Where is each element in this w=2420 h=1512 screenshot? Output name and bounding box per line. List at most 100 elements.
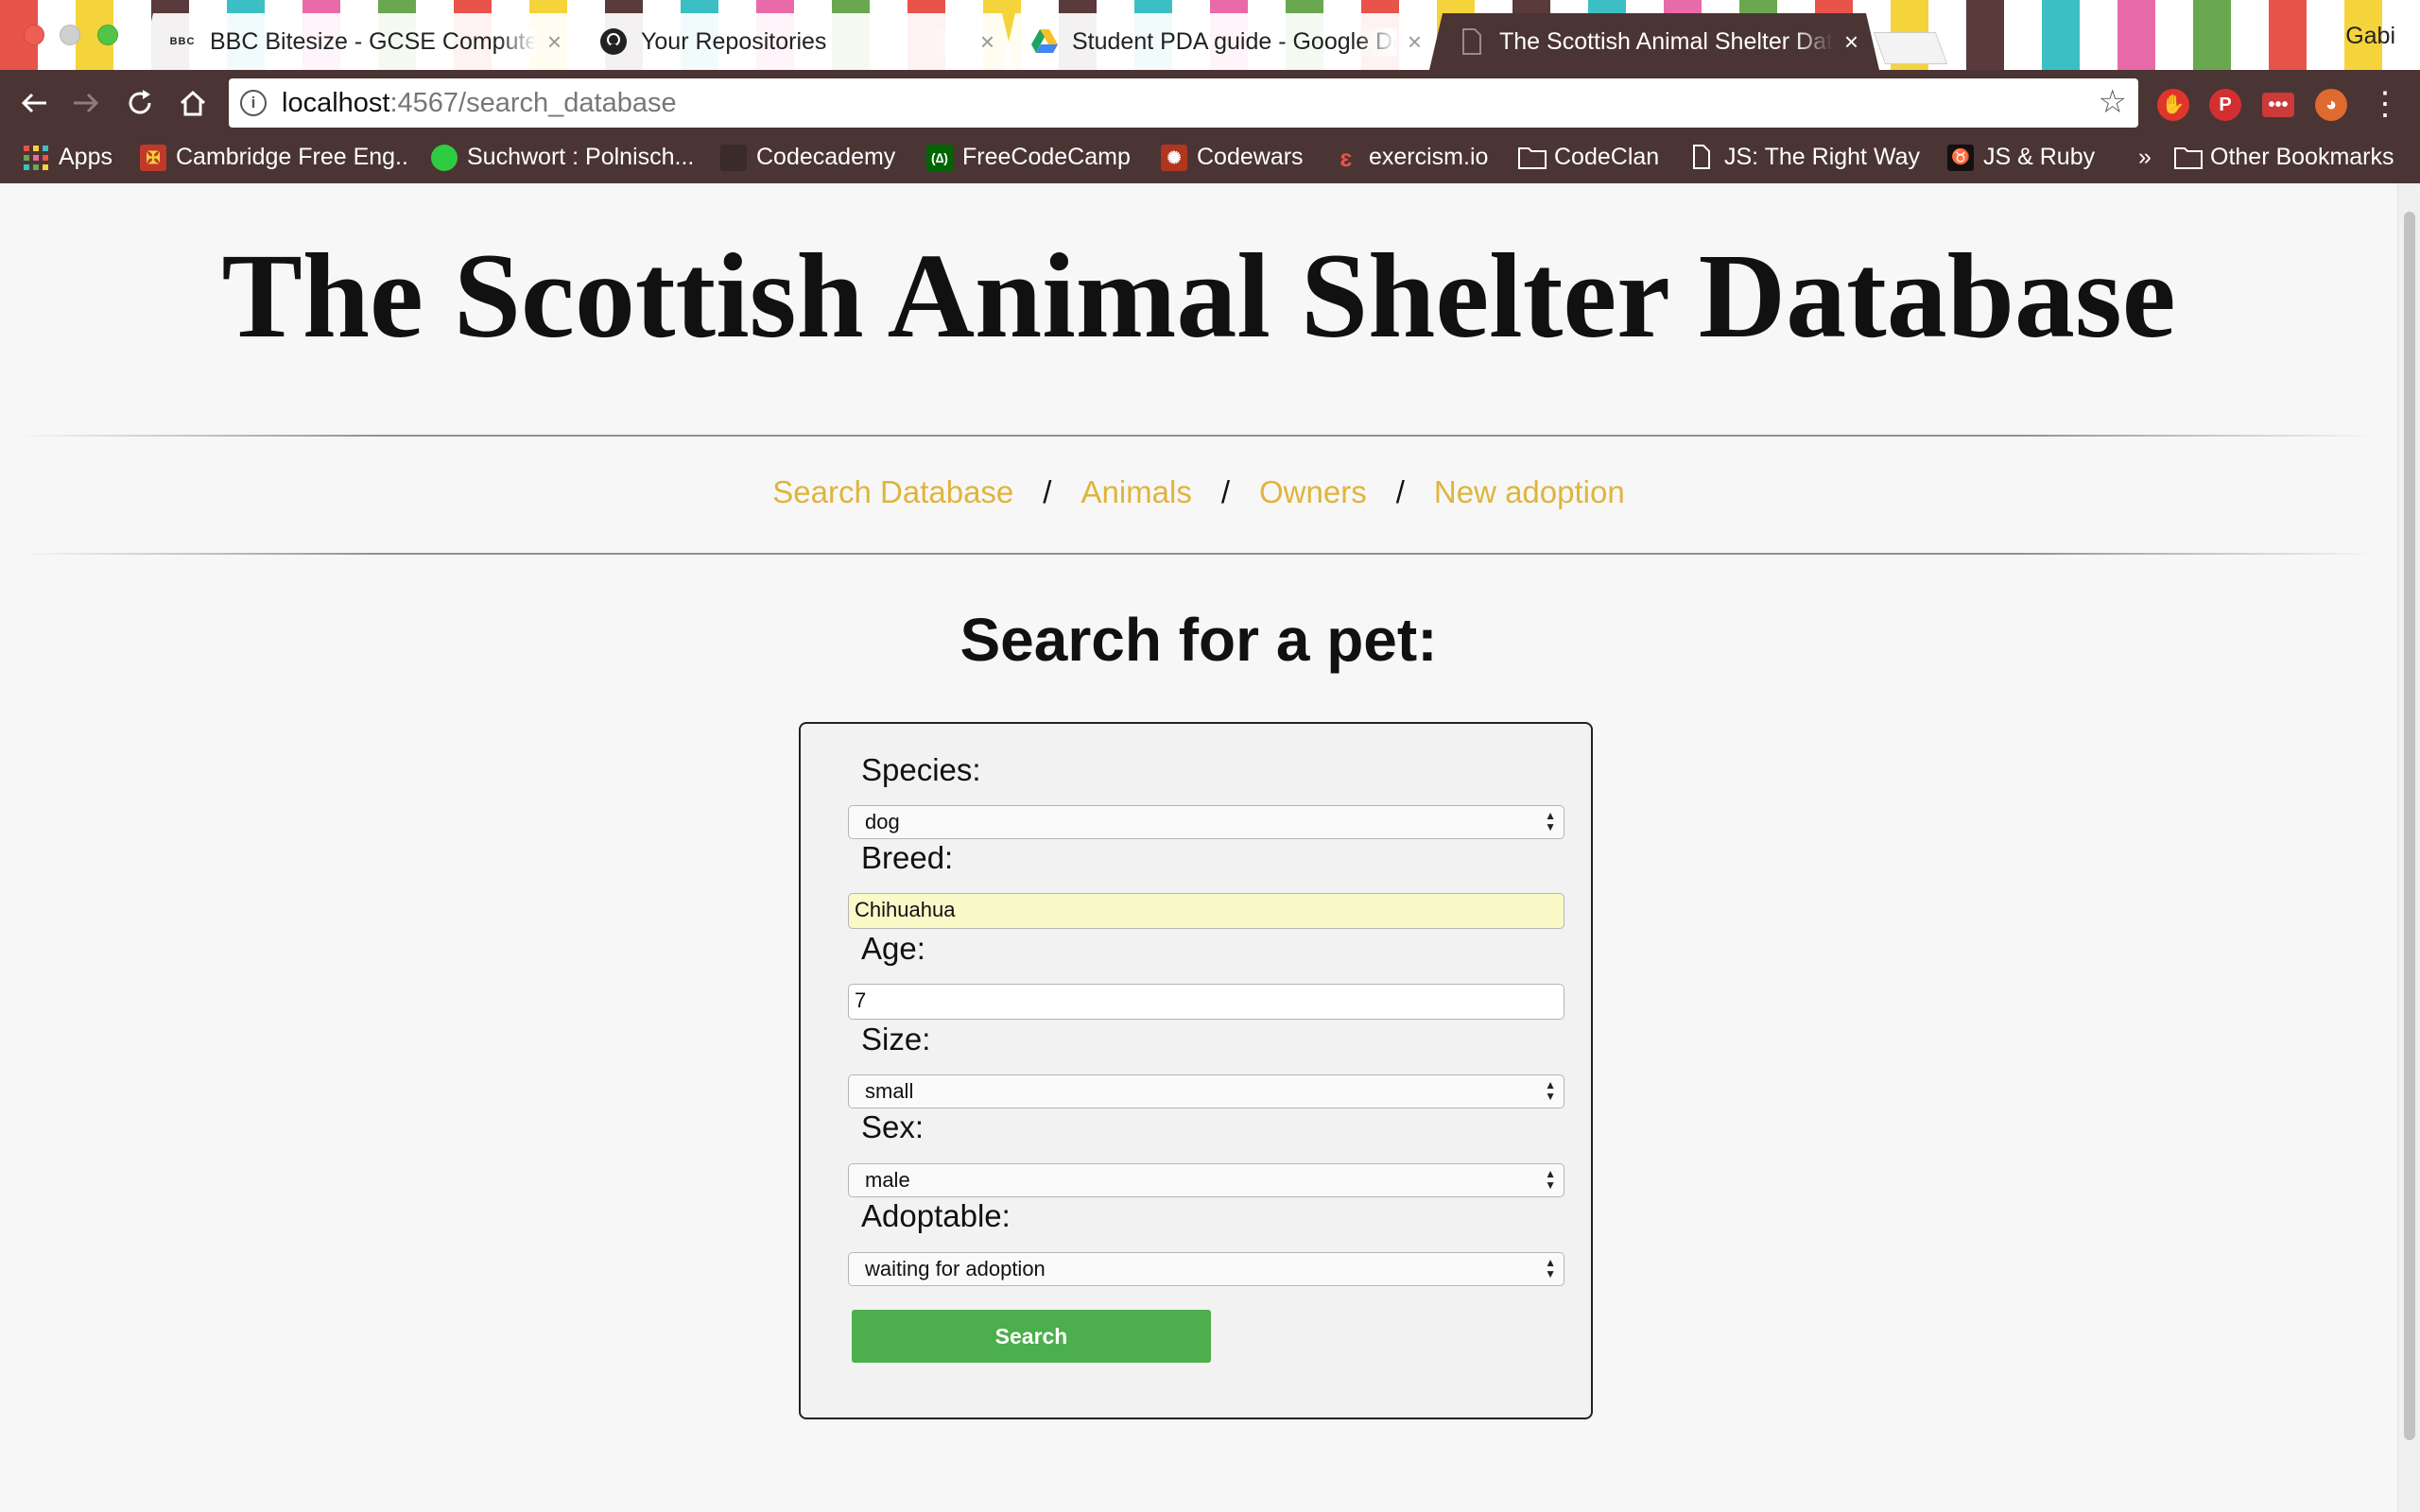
bookmark-label: FreeCodeCamp: [962, 144, 1131, 170]
home-icon[interactable]: [176, 87, 210, 121]
select-arrows-icon: ▲ ▼: [1545, 1256, 1556, 1280]
codewars-icon: ✺: [1161, 144, 1187, 171]
tab-title: Your Repositories: [641, 28, 969, 56]
select-arrows-icon: ▲ ▼: [1545, 1078, 1556, 1103]
bookmarks-overflow-button[interactable]: »: [2138, 144, 2152, 171]
folder-icon: [2174, 145, 2203, 171]
bookmark-star-icon[interactable]: ☆: [2099, 86, 2127, 118]
close-icon[interactable]: ×: [1408, 27, 1422, 57]
bookmark-exercism[interactable]: ɛ exercism.io: [1333, 143, 1489, 172]
new-tab-button[interactable]: [1873, 32, 1948, 64]
sex-label: Sex:: [861, 1109, 925, 1144]
adoptable-value: waiting for adoption: [865, 1257, 1046, 1280]
reload-icon[interactable]: [123, 87, 157, 121]
search-heading: Search for a pet:: [959, 606, 1438, 674]
breed-input[interactable]: Chihuahua: [848, 893, 1564, 929]
breed-value: Chihuahua: [855, 898, 956, 921]
close-icon[interactable]: ×: [1844, 27, 1858, 57]
site-title: The Scottish Animal Shelter Database: [221, 229, 2176, 363]
select-arrows-icon: ▲ ▼: [1545, 1167, 1556, 1192]
bookmark-label: Codecademy: [756, 144, 896, 170]
browser-tab-active[interactable]: The Scottish Animal Shelter Database ×: [1429, 13, 1879, 70]
tab-title: Student PDA guide - Google Docs: [1072, 27, 1396, 55]
url-path: :4567/search_database: [389, 87, 677, 118]
sex-select[interactable]: male ▲ ▼: [848, 1163, 1564, 1197]
age-label: Age:: [861, 931, 925, 966]
species-label: Species:: [861, 752, 981, 787]
close-icon[interactable]: ×: [980, 27, 994, 57]
tab-title: The Scottish Animal Shelter Database: [1499, 27, 1833, 55]
size-label: Size:: [861, 1022, 931, 1057]
size-value: small: [865, 1079, 914, 1103]
species-value: dog: [865, 810, 900, 833]
window-minimize-button[interactable]: [60, 25, 80, 45]
tab-title: BBC Bitesize - GCSE Computer Science: [210, 27, 536, 55]
duckduckgo-icon[interactable]: ◕: [2315, 89, 2347, 121]
nav-link-animals[interactable]: Animals: [1080, 474, 1191, 509]
nav-separator: /: [1395, 474, 1405, 509]
bookmark-label: JS & Ruby: [1983, 144, 2096, 170]
browser-toolbar: i localhost:4567/search_database ☆: [0, 70, 2420, 136]
nav-link-search-database[interactable]: Search Database: [772, 474, 1013, 509]
browser-tab[interactable]: Student PDA guide - Google Docs ×: [1002, 13, 1443, 70]
bookmark-folder-codeclan[interactable]: CodeClan: [1518, 144, 1659, 171]
bookmark-label: Apps: [59, 144, 112, 170]
age-input[interactable]: 7: [848, 984, 1564, 1020]
site-nav: Search Database / Animals / Owners / New adopt…: [0, 474, 2397, 510]
lastpass-icon[interactable]: •••: [2262, 93, 2294, 117]
cambridge-icon: ✠: [140, 144, 166, 171]
bookmark-label: Suchwort : Polnisch...: [467, 144, 695, 170]
adoptable-select[interactable]: waiting for adoption ▲ ▼: [848, 1252, 1564, 1286]
bookmark-js-right-way[interactable]: JS: The Right Way: [1688, 144, 1920, 171]
address-bar[interactable]: i localhost:4567/search_database ☆: [229, 78, 2138, 128]
profile-name[interactable]: Gabi: [2345, 23, 2395, 50]
close-icon[interactable]: ×: [547, 27, 562, 57]
bookmark-apps[interactable]: Apps: [23, 144, 112, 171]
bookmark-other-bookmarks[interactable]: Other Bookmarks: [2174, 144, 2394, 171]
bookmark-label: CodeClan: [1554, 144, 1660, 170]
bookmark-label: exercism.io: [1369, 144, 1489, 170]
info-icon[interactable]: i: [240, 90, 267, 116]
browser-menu-icon[interactable]: ⋮: [2369, 85, 2401, 123]
window-maximize-button[interactable]: [97, 25, 118, 45]
exercism-icon: ɛ: [1340, 143, 1353, 172]
divider: [19, 553, 2378, 555]
document-icon: [1688, 144, 1715, 171]
browser-tab[interactable]: Your Repositories ×: [571, 13, 1015, 70]
search-form: Species: dog ▲ ▼ Breed: Chihuahua Age: 7 …: [799, 722, 1593, 1419]
bookmark-label: Other Bookmarks: [2210, 144, 2394, 170]
bookmark-codecademy[interactable]: Codecademy: [720, 144, 895, 171]
bookmark-label: JS: The Right Way: [1724, 144, 1921, 170]
species-select[interactable]: dog ▲ ▼: [848, 805, 1564, 839]
sex-value: male: [865, 1168, 910, 1192]
search-button[interactable]: Search: [852, 1310, 1211, 1363]
nav-separator: /: [1220, 474, 1231, 509]
speech-bubble-icon: [431, 144, 458, 171]
scrollbar-thumb[interactable]: [2404, 212, 2415, 1440]
bookmark-freecodecamp[interactable]: (∆) FreeCodeCamp: [926, 144, 1131, 171]
freecodecamp-icon: (∆): [926, 144, 953, 171]
page-viewport: The Scottish Animal Shelter Database Sea…: [0, 183, 2397, 1512]
window-close-button[interactable]: [24, 25, 44, 45]
bookmark-suchwort[interactable]: Suchwort : Polnisch...: [431, 144, 694, 171]
google-drive-icon: [1030, 27, 1059, 56]
back-arrow-icon[interactable]: [17, 87, 51, 121]
bookmark-js-ruby[interactable]: ♉ JS & Ruby: [1947, 144, 2095, 171]
ublock-icon[interactable]: ✋: [2157, 89, 2189, 121]
forward-arrow-icon[interactable]: [69, 87, 103, 121]
bookmark-codewars[interactable]: ✺ Codewars: [1161, 144, 1304, 171]
browser-tab[interactable]: BBC BBC Bitesize - GCSE Computer Science…: [140, 13, 582, 70]
bookmark-label: Cambridge Free Eng..: [176, 144, 408, 170]
size-select[interactable]: small ▲ ▼: [848, 1074, 1564, 1108]
url-host: localhost: [282, 87, 390, 118]
bookmarks-bar: Apps ✠ Cambridge Free Eng.. Suchwort : P…: [0, 136, 2420, 183]
divider: [19, 435, 2378, 437]
pinterest-icon[interactable]: P: [2209, 89, 2241, 121]
bbc-icon: BBC: [169, 36, 196, 47]
bookmark-cambridge[interactable]: ✠ Cambridge Free Eng..: [140, 144, 408, 171]
scrollbar[interactable]: [2397, 183, 2420, 1512]
nav-link-new-adoption[interactable]: New adoption: [1434, 474, 1625, 509]
nav-separator: /: [1043, 474, 1052, 509]
apps-grid-icon: [23, 145, 49, 171]
nav-link-owners[interactable]: Owners: [1259, 474, 1367, 509]
